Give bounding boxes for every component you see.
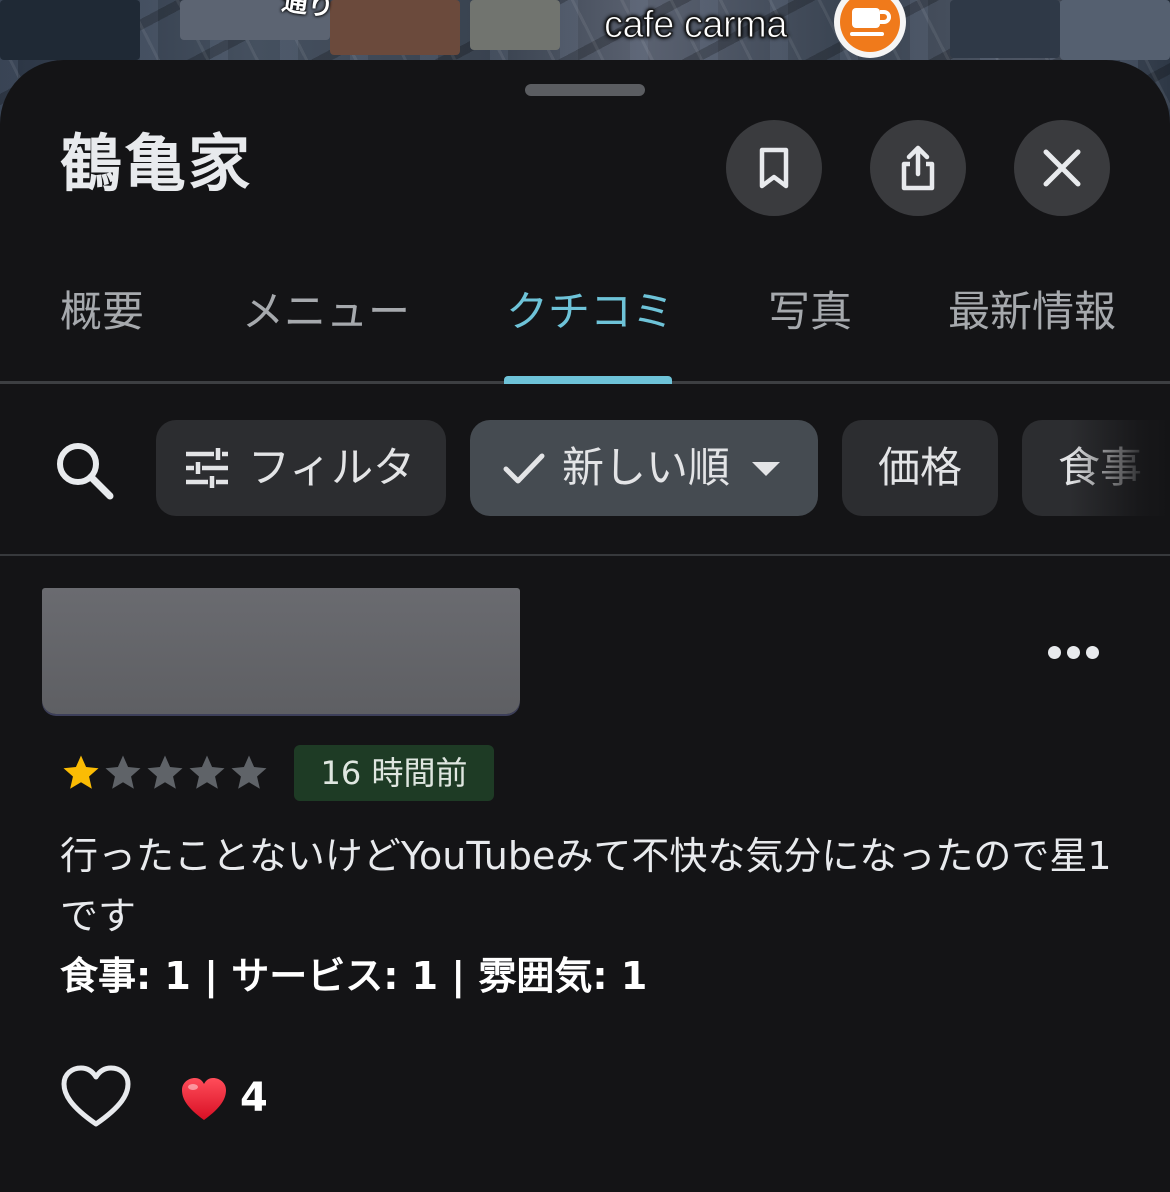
reaction-count: 4 bbox=[240, 1075, 268, 1121]
star-empty-icon bbox=[105, 755, 141, 789]
sheet-drag-handle[interactable] bbox=[525, 84, 645, 96]
cafe-pin[interactable] bbox=[834, 0, 906, 58]
place-title: 鶴亀家 bbox=[60, 127, 253, 200]
map-building bbox=[0, 0, 140, 60]
tab-menu[interactable]: メニュー bbox=[242, 284, 410, 340]
tab-photos[interactable]: 写真 bbox=[768, 284, 852, 340]
share-button[interactable] bbox=[870, 120, 966, 216]
place-sheet: 鶴亀家 概要 メニュー クチコミ 写真 最新情報 フィルタ 新しい順 価格 16… bbox=[0, 60, 1170, 1192]
tab-updates[interactable]: 最新情報 bbox=[948, 284, 1116, 340]
map-building bbox=[950, 0, 1060, 58]
star-empty-icon bbox=[231, 755, 267, 789]
chips-scroll-fade bbox=[1070, 416, 1170, 520]
save-button[interactable] bbox=[726, 120, 822, 216]
close-button[interactable] bbox=[1014, 120, 1110, 216]
review-time-badge: 16 時間前 bbox=[294, 745, 494, 801]
close-icon bbox=[1043, 149, 1081, 187]
map-cafe-label[interactable]: cafe carma bbox=[604, 4, 788, 47]
tune-icon bbox=[186, 448, 228, 488]
review-text: 行ったことないけどYouTubeみて不快な気分になったので星1です bbox=[60, 834, 1112, 938]
map-building bbox=[330, 0, 460, 55]
filter-chip[interactable]: フィルタ bbox=[156, 420, 446, 516]
sort-chip-label: 新しい順 bbox=[562, 443, 731, 492]
check-icon bbox=[503, 453, 545, 484]
search-icon bbox=[57, 443, 114, 500]
heart-outline-icon bbox=[61, 1065, 131, 1127]
bookmark-icon bbox=[759, 147, 789, 189]
dropdown-arrow-icon bbox=[752, 462, 780, 476]
review-sub-ratings: 食事: 1 | サービス: 1 | 雰囲気: 1 bbox=[60, 954, 648, 998]
star-empty-icon bbox=[189, 755, 225, 789]
red-heart-icon bbox=[182, 1078, 226, 1120]
sort-chip[interactable]: 新しい順 bbox=[470, 420, 818, 516]
price-chip[interactable]: 価格 bbox=[842, 420, 998, 516]
like-button[interactable] bbox=[60, 1064, 132, 1130]
tab-overview[interactable]: 概要 bbox=[60, 284, 144, 340]
coffee-cup-icon bbox=[850, 8, 891, 36]
price-chip-label: 価格 bbox=[878, 443, 963, 492]
review-more-button[interactable] bbox=[1038, 628, 1110, 676]
filter-chip-label: フィルタ bbox=[248, 443, 416, 492]
reviewer-redacted-block bbox=[42, 588, 520, 714]
map-building bbox=[1060, 0, 1170, 60]
tab-reviews[interactable]: クチコミ bbox=[506, 284, 674, 340]
share-icon bbox=[901, 145, 935, 191]
more-dot bbox=[1067, 646, 1080, 659]
place-tabs: 概要 メニュー クチコミ 写真 最新情報 bbox=[0, 270, 1170, 382]
star-filled-icon bbox=[63, 755, 99, 789]
review-search-button[interactable] bbox=[50, 436, 120, 506]
chips-divider bbox=[0, 554, 1170, 556]
more-dot bbox=[1086, 646, 1099, 659]
map-building bbox=[470, 0, 560, 50]
active-tab-indicator bbox=[504, 376, 672, 384]
more-dot bbox=[1048, 646, 1061, 659]
star-empty-icon bbox=[147, 755, 183, 789]
